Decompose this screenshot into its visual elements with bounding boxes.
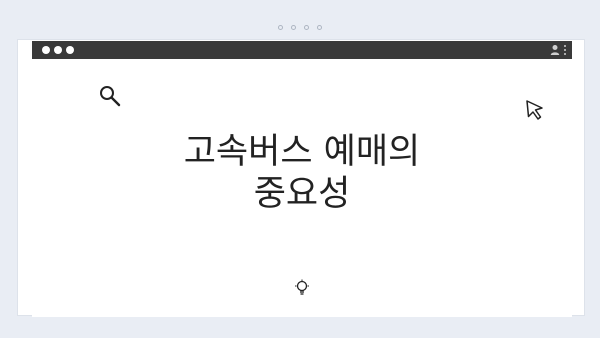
page-dot — [317, 25, 322, 30]
user-icon[interactable] — [550, 44, 560, 56]
window-content: 고속버스 예매의 중요성 — [32, 59, 572, 317]
lightbulb-icon — [295, 279, 309, 295]
kebab-menu-icon[interactable] — [564, 45, 566, 55]
page-title-line-2: 중요성 — [253, 174, 351, 214]
page-dot — [278, 25, 283, 30]
top-pagination-dots — [0, 25, 600, 30]
window-control-dot[interactable] — [66, 46, 74, 54]
window-titlebar — [32, 41, 572, 59]
window-controls[interactable] — [42, 46, 74, 54]
search-icon — [100, 86, 121, 107]
page-dot — [291, 25, 296, 30]
page-title-line-1: 고속버스 예매의 — [183, 132, 421, 172]
page-dot — [304, 25, 309, 30]
titlebar-right-controls — [550, 44, 566, 56]
cursor-icon — [526, 100, 543, 120]
page: 고속버스 예매의 중요성 — [0, 0, 600, 338]
window-control-dot[interactable] — [42, 46, 50, 54]
window-control-dot[interactable] — [54, 46, 62, 54]
page-title: 고속버스 예매의 중요성 — [32, 131, 572, 215]
browser-window: 고속버스 예매의 중요성 — [17, 39, 585, 317]
